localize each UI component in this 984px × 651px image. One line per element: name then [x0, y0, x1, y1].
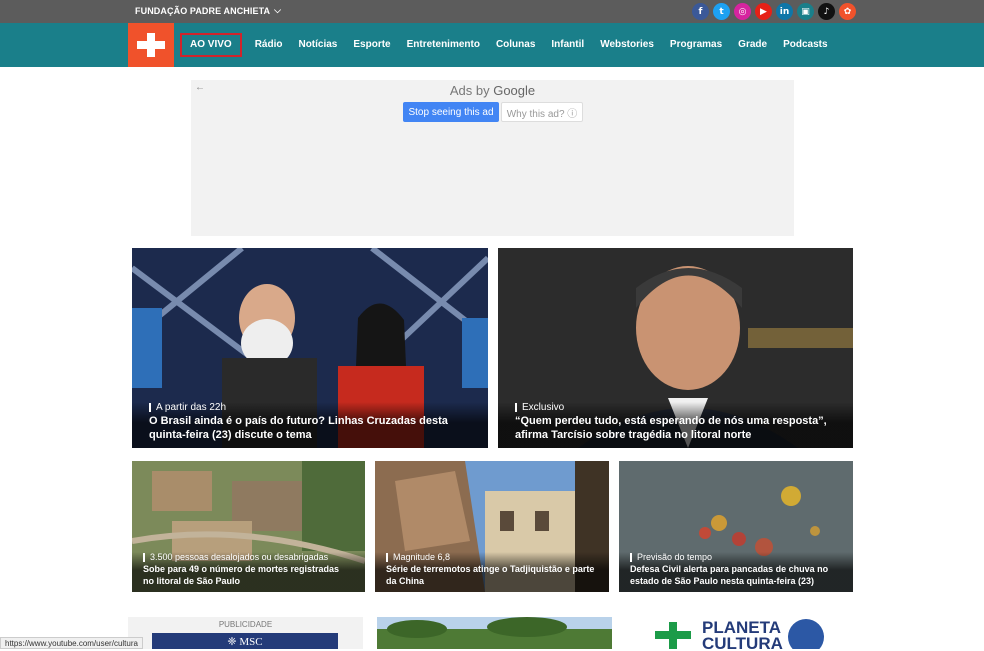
card-caption: A partir das 22h O Brasil ainda é o país… — [132, 402, 488, 448]
card-caption: Exclusivo “Quem perdeu tudo, está espera… — [498, 402, 853, 448]
featured-card-linhas-cruzadas[interactable]: A partir das 22h O Brasil ainda é o país… — [132, 248, 488, 448]
card-headline[interactable]: Sobe para 49 o número de mortes registra… — [143, 563, 351, 587]
publicidade-block: PUBLICIDADE ❈ MSC — [128, 617, 363, 649]
nav-item-webstories[interactable]: Webstories — [592, 34, 662, 56]
featured-card-tarcisio[interactable]: Exclusivo “Quem perdeu tudo, está espera… — [498, 248, 853, 448]
linkedin-icon[interactable]: in — [776, 3, 793, 20]
nav-item-programas[interactable]: Programas — [662, 34, 730, 56]
nav-item-radio[interactable]: Rádio — [247, 34, 291, 56]
org-label: FUNDAÇÃO PADRE ANCHIETA — [135, 5, 271, 16]
card-headline[interactable]: “Quem perdeu tudo, está esperando de nós… — [515, 414, 837, 442]
card-caption: Magnitude 6,8 Série de terremotos atinge… — [375, 552, 609, 592]
card-kicker: Magnitude 6,8 — [386, 552, 595, 562]
share-icon[interactable]: ✿ — [839, 3, 856, 20]
card-caption: Previsão do tempo Defesa Civil alerta pa… — [619, 552, 853, 592]
card-kicker: 3.500 pessoas desalojados ou desabrigada… — [143, 552, 351, 562]
main-nav: AO VIVO Rádio Notícias Esporte Entreteni… — [180, 23, 836, 67]
stop-seeing-ad-button[interactable]: Stop seeing this ad — [403, 102, 499, 122]
news-card-defesa-civil[interactable]: Previsão do tempo Defesa Civil alerta pa… — [619, 461, 853, 592]
card-caption: 3.500 pessoas desalojados ou desabrigada… — [132, 552, 365, 592]
nav-item-podcasts[interactable]: Podcasts — [775, 34, 835, 56]
card-headline[interactable]: O Brasil ainda é o país do futuro? Linha… — [149, 414, 472, 442]
tiktok-icon[interactable]: ♪ — [818, 3, 835, 20]
nav-item-entretenimento[interactable]: Entretenimento — [399, 34, 488, 56]
globe-icon — [788, 619, 824, 649]
msc-ad[interactable]: ❈ MSC — [152, 633, 338, 649]
landscape-photo — [377, 617, 612, 649]
browser-status-bar: https://www.youtube.com/user/cultura — [0, 637, 143, 649]
youtube-icon[interactable]: ▶ — [755, 3, 772, 20]
logo-cross-vertical — [147, 33, 155, 57]
org-dropdown[interactable]: FUNDAÇÃO PADRE ANCHIETA ⌵ — [135, 5, 281, 16]
app-icon[interactable]: ▣ — [797, 3, 814, 20]
planeta-cross-vertical — [669, 622, 677, 649]
news-card-terremotos[interactable]: Magnitude 6,8 Série de terremotos atinge… — [375, 461, 609, 592]
planeta-cultura-logo[interactable]: PLANETA CULTURA — [655, 617, 835, 649]
facebook-icon[interactable]: f — [692, 3, 709, 20]
google-label: Google — [493, 83, 536, 98]
nav-item-esporte[interactable]: Esporte — [345, 34, 398, 56]
nav-item-noticias[interactable]: Notícias — [290, 34, 345, 56]
card-headline[interactable]: Defesa Civil alerta para pancadas de chu… — [630, 563, 839, 587]
chevron-down-icon: ⌵ — [274, 5, 282, 15]
card-headline[interactable]: Série de terremotos atinge o Tadjiquistã… — [386, 563, 595, 587]
landscape-card[interactable] — [377, 617, 612, 649]
nav-item-grade[interactable]: Grade — [730, 34, 775, 56]
card-kicker: A partir das 22h — [149, 402, 472, 413]
card-kicker: Exclusivo — [515, 402, 837, 413]
why-this-ad-button[interactable]: Why this ad? ⓘ — [501, 102, 583, 122]
planeta-line2: CULTURA — [702, 634, 783, 649]
nav-item-colunas[interactable]: Colunas — [488, 34, 543, 56]
top-bar: FUNDAÇÃO PADRE ANCHIETA ⌵ f t ◎ ▶ in ▣ ♪ ✿ — [0, 0, 984, 23]
instagram-icon[interactable]: ◎ — [734, 3, 751, 20]
twitter-icon[interactable]: t — [713, 3, 730, 20]
ads-by-google: Ads by Google — [191, 83, 794, 98]
news-card-mortes-litoral[interactable]: 3.500 pessoas desalojados ou desabrigada… — [132, 461, 365, 592]
card-kicker: Previsão do tempo — [630, 552, 839, 562]
social-links: f t ◎ ▶ in ▣ ♪ ✿ — [692, 3, 856, 20]
nav-item-infantil[interactable]: Infantil — [543, 34, 592, 56]
cultura-logo[interactable] — [128, 23, 174, 67]
nav-item-ao-vivo[interactable]: AO VIVO — [180, 33, 242, 57]
ads-by-label: Ads by — [449, 83, 490, 98]
publicidade-label: PUBLICIDADE — [218, 620, 273, 629]
planeta-cultura-text: PLANETA CULTURA — [702, 619, 783, 649]
ad-banner: ← Ads by Google Stop seeing this ad Why … — [191, 80, 794, 236]
